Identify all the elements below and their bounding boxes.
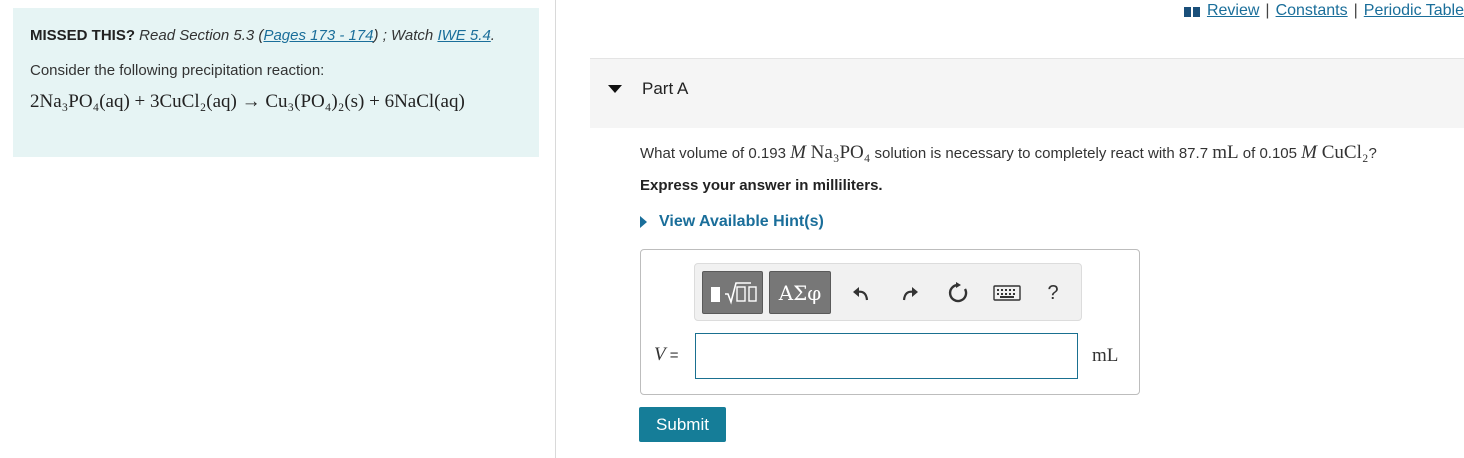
top-links: Review | Constants | Periodic Table xyxy=(1183,2,1464,20)
question-mark: ? xyxy=(1368,145,1377,162)
question-text: What volume of 0.193 M Na₃PO₄ solution i… xyxy=(640,142,1377,164)
missed-this-panel: MISSED THIS? Read Section 5.3 (Pages 173… xyxy=(13,8,539,157)
part-a-header[interactable]: Part A xyxy=(590,58,1464,128)
caret-right-icon xyxy=(640,216,647,228)
templates-button[interactable] xyxy=(702,271,763,314)
unit-label: mL xyxy=(1092,345,1119,366)
help-button[interactable]: ? xyxy=(1040,280,1066,306)
read-text: Read Section 5.3 ( xyxy=(135,27,264,44)
undo-icon[interactable] xyxy=(848,280,874,306)
reaction-equation: 2Na₃PO₄(aq) + 3CuCl₂(aq) → Cu₃(PO₄)₂(s) … xyxy=(30,91,465,112)
reset-icon[interactable] xyxy=(945,280,971,306)
part-title: Part A xyxy=(642,79,689,98)
constants-link[interactable]: Constants xyxy=(1276,2,1348,20)
variable-v: V xyxy=(654,344,666,365)
answer-box: ΑΣφ ? V = mL xyxy=(640,249,1140,395)
question-part: of 0.105 xyxy=(1238,145,1302,162)
missed-label: MISSED THIS? xyxy=(30,27,136,44)
templates-icon xyxy=(710,281,757,305)
math-toolbar: ΑΣφ ? xyxy=(694,263,1082,321)
book-icon xyxy=(1183,5,1201,17)
formula-na3po4: Na₃PO₄ xyxy=(805,142,871,163)
ml-unit: mL xyxy=(1212,142,1239,163)
pages-link[interactable]: Pages 173 - 174 xyxy=(263,27,373,44)
hint-label: View Available Hint(s) xyxy=(659,213,824,230)
symbols-button[interactable]: ΑΣφ xyxy=(769,271,831,314)
question-part: What volume of 0.193 xyxy=(640,145,791,162)
end-period: . xyxy=(490,27,495,44)
periodic-table-link[interactable]: Periodic Table xyxy=(1364,2,1464,20)
watch-text: ) ; Watch xyxy=(373,27,438,44)
separator: | xyxy=(1265,2,1270,19)
iwe-link[interactable]: IWE 5.4 xyxy=(437,27,490,44)
review-link[interactable]: Review xyxy=(1207,2,1259,20)
redo-icon[interactable] xyxy=(897,280,923,306)
collapse-caret-icon[interactable] xyxy=(608,85,622,93)
molarity-unit: M xyxy=(1301,142,1317,163)
formula-cucl2: CuCl₂ xyxy=(1317,142,1369,163)
column-divider xyxy=(555,0,556,458)
view-hints-toggle[interactable]: View Available Hint(s) xyxy=(640,213,824,231)
consider-text: Consider the following precipitation rea… xyxy=(30,62,325,79)
express-instruction: Express your answer in milliliters. xyxy=(640,177,883,194)
submit-button[interactable]: Submit xyxy=(639,407,726,442)
missed-this-line: MISSED THIS? Read Section 5.3 (Pages 173… xyxy=(30,26,523,46)
separator: | xyxy=(1353,2,1358,19)
answer-input[interactable] xyxy=(695,333,1078,379)
question-part: solution is necessary to completely reac… xyxy=(870,145,1213,162)
variable-label: V = xyxy=(654,344,679,366)
equals-sign: = xyxy=(665,347,679,364)
keyboard-icon[interactable] xyxy=(992,280,1022,306)
molarity-unit: M xyxy=(790,142,806,163)
